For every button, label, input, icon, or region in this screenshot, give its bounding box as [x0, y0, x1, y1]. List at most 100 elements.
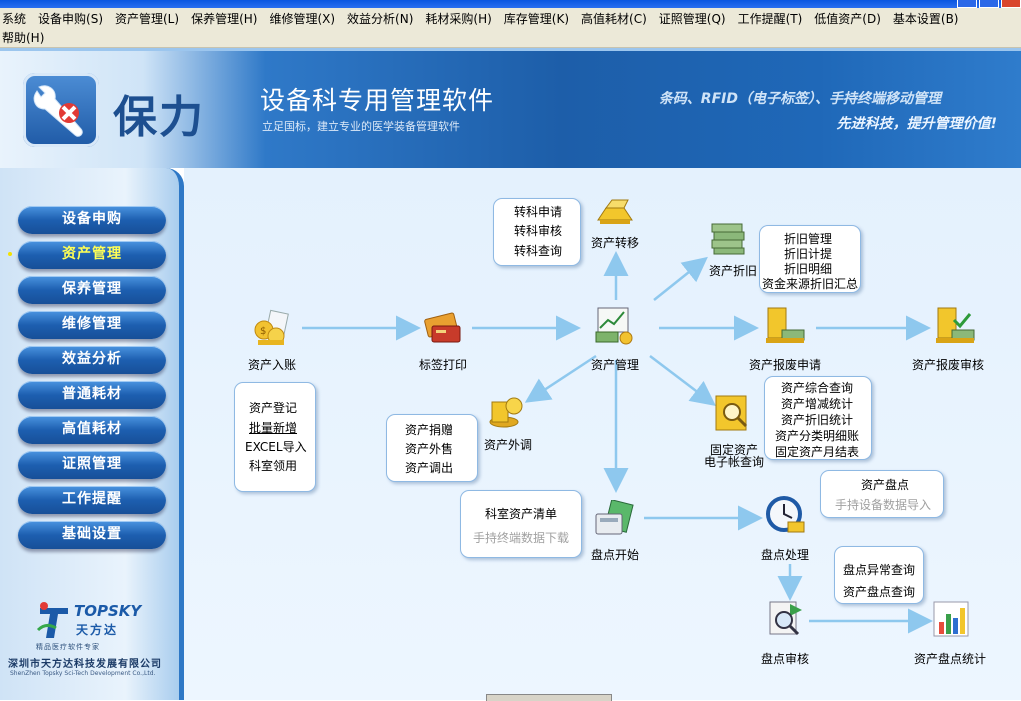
link-asset-sale[interactable]: 资产外售	[405, 440, 453, 457]
link-dept-asset-list[interactable]: 科室资产清单	[485, 505, 557, 522]
sidebar-item-equipment-purchase[interactable]: 设备申购	[18, 206, 166, 234]
chart-money-icon	[595, 307, 633, 345]
node-scrap-apply[interactable]: 资产报废申请	[749, 356, 821, 373]
menu-inventory[interactable]: 库存管理(K)	[502, 10, 573, 27]
banner-subtitle: 立足国标，建立专业的医学装备管理软件	[262, 120, 460, 133]
banner-slogan: 先进科技，提升管理价值!	[836, 116, 997, 132]
menu-consumable-purchase[interactable]: 耗材采购(H)	[423, 10, 495, 27]
node-asset-out[interactable]: 资产外调	[484, 436, 532, 453]
link-depreciation-stats[interactable]: 资产折旧统计	[781, 411, 853, 428]
sidebar-item-license[interactable]: 证照管理	[18, 451, 166, 479]
menu-maintenance[interactable]: 保养管理(H)	[189, 10, 261, 27]
node-asset-management[interactable]: 资产管理	[591, 356, 639, 373]
header-banner: 保力 设备科专用管理软件 立足国标，建立专业的医学装备管理软件 条码、RFID（…	[0, 48, 1021, 168]
bubble-inventory-check: 资产盘点 手持设备数据导入	[820, 470, 944, 518]
clock-coins-icon	[766, 496, 805, 533]
link-handheld-download[interactable]: 手持终端数据下载	[473, 529, 569, 546]
company-brand-cn: 天方达	[76, 623, 119, 637]
node-inventory-start[interactable]: 盘点开始	[591, 546, 639, 563]
sidebar-item-general-consumables[interactable]: 普通耗材	[18, 381, 166, 409]
company-logo: TOPSKY 天方达	[36, 596, 146, 646]
menu-low-value-assets[interactable]: 低值资产(D)	[812, 10, 885, 27]
coin-stack-icon	[489, 397, 523, 428]
menu-system[interactable]: 系统	[0, 10, 30, 27]
link-category-ledger[interactable]: 资产分类明细账	[775, 427, 859, 444]
node-inventory-review[interactable]: 盘点审核	[761, 650, 809, 667]
sidebar-item-work-reminder[interactable]: 工作提醒	[18, 486, 166, 514]
bubble-asset-entry: 资产登记 批量新增 EXCEL导入 科室领用	[234, 382, 316, 492]
menu-help[interactable]: 帮助(H)	[0, 29, 48, 46]
minimize-button[interactable]	[957, 0, 977, 8]
money-stack-icon	[711, 223, 745, 255]
link-comprehensive-query[interactable]: 资产综合查询	[781, 379, 853, 396]
bubble-inventory-query: 盘点异常查询 资产盘点查询	[834, 546, 924, 604]
workflow-canvas: $ 资产入账 标签打印 资产管理 资产转移 资产折旧 资产报废申请 资产报废审核…	[184, 168, 1021, 701]
node-inventory-process[interactable]: 盘点处理	[761, 546, 809, 563]
menu-benefit-analysis[interactable]: 效益分析(N)	[345, 10, 417, 27]
sidebar-item-maintenance[interactable]: 保养管理	[18, 276, 166, 304]
link-inventory-exception-query[interactable]: 盘点异常查询	[843, 561, 915, 578]
menu-bar: 系统 设备申购(S) 资产管理(L) 保养管理(H) 维修管理(X) 效益分析(…	[0, 8, 1021, 48]
link-fund-depreciation-summary[interactable]: 资金来源折旧汇总	[762, 275, 858, 292]
bubble-asset-out: 资产捐赠 资产外售 资产调出	[386, 414, 478, 482]
active-indicator	[8, 252, 12, 256]
banner-title: 设备科专用管理软件	[260, 86, 495, 115]
link-asset-register[interactable]: 资产登记	[249, 399, 297, 416]
bubble-transfer: 转科申请 转科审核 转科查询	[493, 198, 581, 266]
sidebar-item-high-value-consumables[interactable]: 高值耗材	[18, 416, 166, 444]
gold-stack-icon	[766, 307, 805, 343]
menu-repair[interactable]: 维修管理(X)	[267, 10, 339, 27]
sidebar-item-basic-settings[interactable]: 基础设置	[18, 521, 166, 549]
link-transfer-review[interactable]: 转科审核	[514, 222, 562, 239]
topsky-mark-icon	[36, 602, 68, 638]
bubble-depreciation: 折旧管理 折旧计提 折旧明细 资金来源折旧汇总	[759, 225, 861, 293]
gold-stack-check-icon	[936, 307, 975, 343]
menu-high-value-consumables[interactable]: 高值耗材(C)	[579, 10, 651, 27]
window-title-bar	[0, 0, 1021, 8]
node-asset-entry[interactable]: 资产入账	[248, 356, 296, 373]
bubble-inventory-list: 科室资产清单 手持终端数据下载	[460, 490, 582, 558]
window-controls	[957, 0, 1021, 8]
svg-text:$: $	[260, 326, 266, 337]
menu-asset-management[interactable]: 资产管理(L)	[113, 10, 183, 27]
document-search-icon	[769, 601, 802, 636]
sidebar-nav: 设备申购 资产管理 保养管理 维修管理 效益分析 普通耗材 高值耗材 证照管理 …	[0, 168, 184, 700]
bar-chart-icon	[933, 601, 969, 637]
maximize-button[interactable]	[979, 0, 999, 8]
gold-bars-icon	[597, 199, 633, 224]
node-label-print[interactable]: 标签打印	[419, 356, 467, 373]
menu-license[interactable]: 证照管理(Q)	[657, 10, 730, 27]
menu-row: 系统 设备申购(S) 资产管理(L) 保养管理(H) 维修管理(X) 效益分析(…	[0, 9, 969, 28]
menu-row: 帮助(H)	[0, 28, 54, 47]
sidebar-item-asset-management[interactable]: 资产管理	[18, 241, 166, 269]
sidebar-item-repair[interactable]: 维修管理	[18, 311, 166, 339]
link-monthly-statement[interactable]: 固定资产月结表	[775, 443, 859, 460]
company-name: 深圳市天方达科技发展有限公司	[8, 659, 162, 670]
link-transfer-apply[interactable]: 转科申请	[514, 203, 562, 220]
link-dept-requisition[interactable]: 科室领用	[249, 457, 297, 474]
link-asset-donation[interactable]: 资产捐赠	[405, 421, 453, 438]
node-inventory-stats[interactable]: 资产盘点统计	[914, 650, 986, 667]
link-asset-transfer-out[interactable]: 资产调出	[405, 459, 453, 476]
menu-basic-settings[interactable]: 基本设置(B)	[891, 10, 963, 27]
menu-equipment-purchase[interactable]: 设备申购(S)	[36, 10, 107, 27]
menu-work-reminder[interactable]: 工作提醒(T)	[736, 10, 807, 27]
link-excel-import[interactable]: EXCEL导入	[245, 438, 307, 455]
link-asset-inventory-query[interactable]: 资产盘点查询	[843, 583, 915, 600]
node-depreciation[interactable]: 资产折旧	[709, 262, 757, 279]
sidebar-item-benefit-analysis[interactable]: 效益分析	[18, 346, 166, 374]
node-asset-transfer[interactable]: 资产转移	[591, 234, 639, 251]
node-fixed-asset-query[interactable]: 固定资产 电子帐查询	[704, 444, 764, 468]
link-batch-add[interactable]: 批量新增	[249, 419, 297, 436]
company-name-en: ShenZhen Topsky Sci-Tech Development Co.…	[10, 670, 156, 677]
bubble-asset-query: 资产综合查询 资产增减统计 资产折旧统计 资产分类明细账 固定资产月结表	[764, 376, 872, 460]
calculator-icon	[595, 500, 634, 535]
node-scrap-review[interactable]: 资产报废审核	[912, 356, 984, 373]
link-transfer-query[interactable]: 转科查询	[514, 242, 562, 259]
link-increase-decrease-stats[interactable]: 资产增减统计	[781, 395, 853, 412]
close-button[interactable]	[1001, 0, 1021, 8]
link-asset-inventory[interactable]: 资产盘点	[861, 476, 909, 493]
link-handheld-import[interactable]: 手持设备数据导入	[835, 496, 931, 513]
safe-search-icon	[715, 395, 748, 431]
card-printer-icon	[424, 312, 461, 343]
